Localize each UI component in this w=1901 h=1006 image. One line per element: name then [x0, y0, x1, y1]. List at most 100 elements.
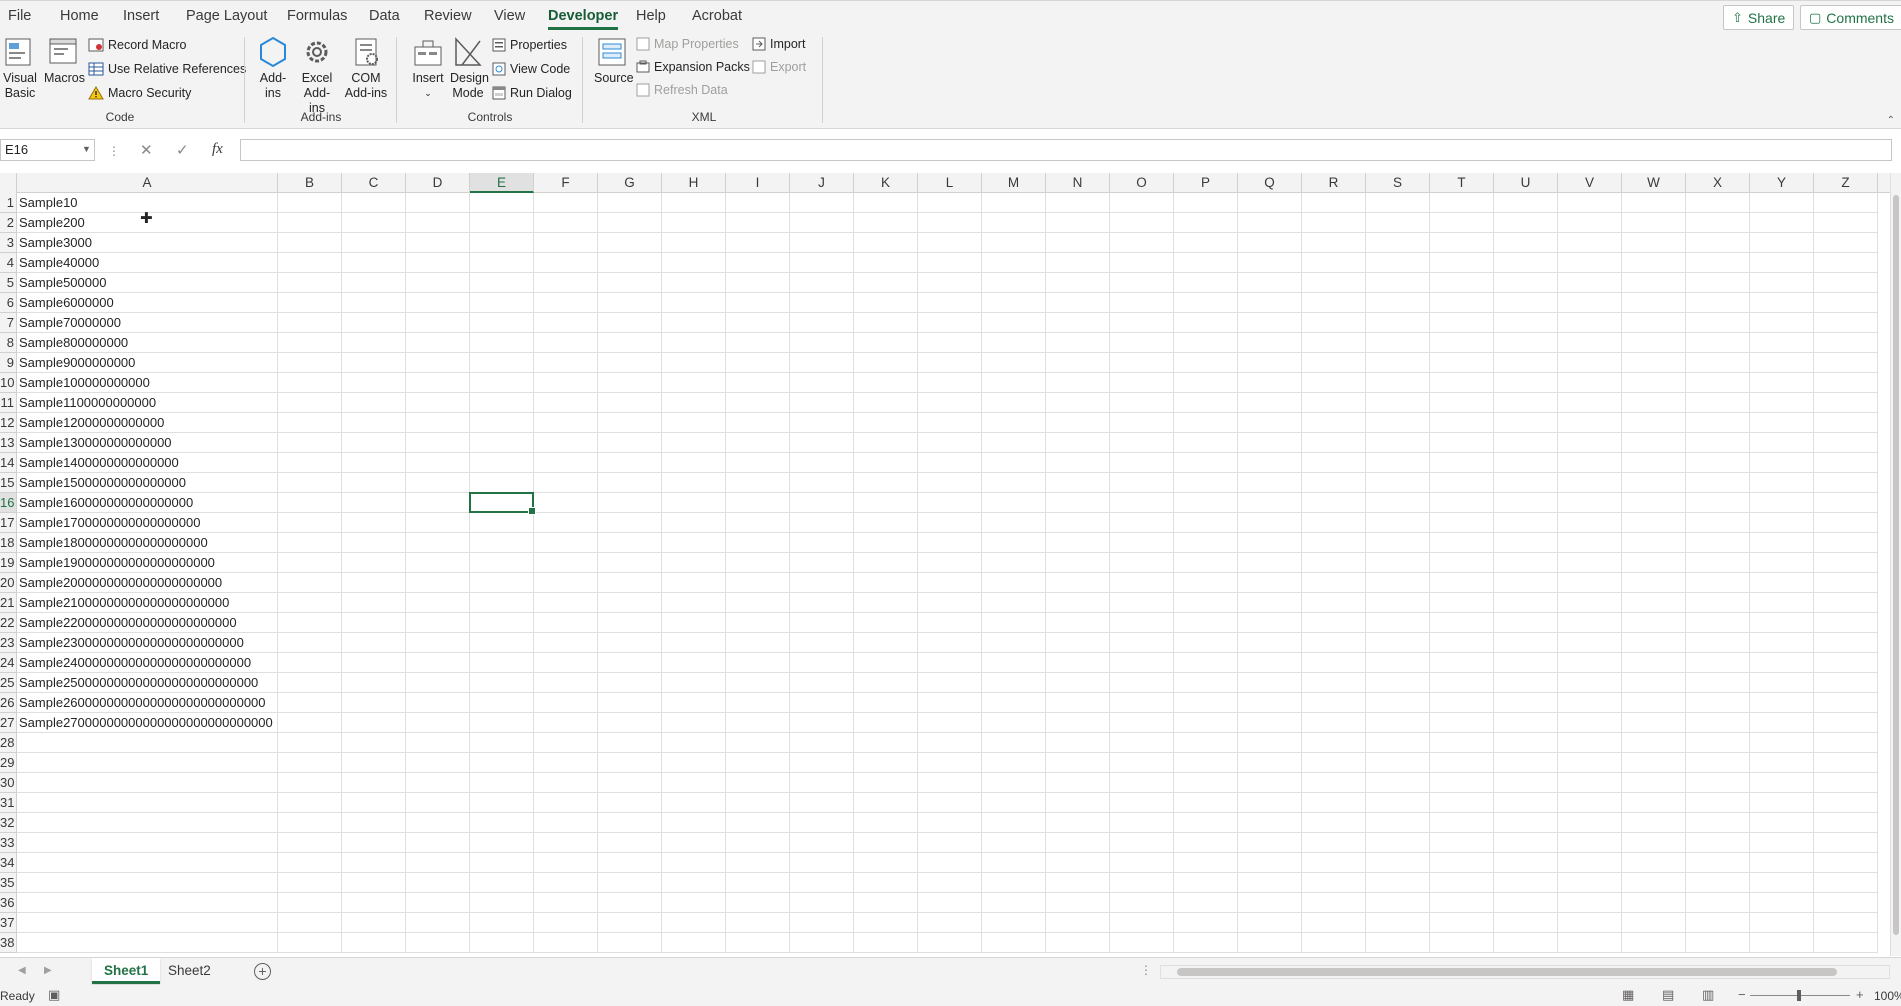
cell-t20[interactable]	[1430, 573, 1494, 593]
cell-l25[interactable]	[918, 673, 982, 693]
cell-d38[interactable]	[406, 933, 470, 953]
cell-f21[interactable]	[534, 593, 598, 613]
cell-r28[interactable]	[1302, 733, 1366, 753]
cell-o10[interactable]	[1110, 373, 1174, 393]
cell-v22[interactable]	[1558, 613, 1622, 633]
cell-q10[interactable]	[1238, 373, 1302, 393]
cell-y38[interactable]	[1750, 933, 1814, 953]
cell-r3[interactable]	[1302, 233, 1366, 253]
cell-x15[interactable]	[1686, 473, 1750, 493]
row-header[interactable]: 16	[0, 493, 17, 513]
zoom-in-icon[interactable]: +	[1856, 987, 1864, 1002]
cell-k27[interactable]	[854, 713, 918, 733]
cell-s10[interactable]	[1366, 373, 1430, 393]
cell-p8[interactable]	[1174, 333, 1238, 353]
cell-f13[interactable]	[534, 433, 598, 453]
cell-d37[interactable]	[406, 913, 470, 933]
cell-q18[interactable]	[1238, 533, 1302, 553]
cell-r15[interactable]	[1302, 473, 1366, 493]
cell-g9[interactable]	[598, 353, 662, 373]
cell-h18[interactable]	[662, 533, 726, 553]
cell-c23[interactable]	[342, 633, 406, 653]
cell-v37[interactable]	[1558, 913, 1622, 933]
cell-g13[interactable]	[598, 433, 662, 453]
cell-h33[interactable]	[662, 833, 726, 853]
cell-v2[interactable]	[1558, 213, 1622, 233]
cell-j24[interactable]	[790, 653, 854, 673]
cell-z23[interactable]	[1814, 633, 1878, 653]
cell-j32[interactable]	[790, 813, 854, 833]
cell-a20[interactable]: Sample2000000000000000000000	[17, 573, 278, 593]
cell-o5[interactable]	[1110, 273, 1174, 293]
cell-l3[interactable]	[918, 233, 982, 253]
cell-p35[interactable]	[1174, 873, 1238, 893]
cell-a14[interactable]: Sample1400000000000000	[17, 453, 278, 473]
cell-t9[interactable]	[1430, 353, 1494, 373]
cell-k14[interactable]	[854, 453, 918, 473]
cell-b12[interactable]	[278, 413, 342, 433]
cell-q33[interactable]	[1238, 833, 1302, 853]
cell-s37[interactable]	[1366, 913, 1430, 933]
cell-i20[interactable]	[726, 573, 790, 593]
cell-a24[interactable]: Sample24000000000000000000000000	[17, 653, 278, 673]
cell-w6[interactable]	[1622, 293, 1686, 313]
cell-i28[interactable]	[726, 733, 790, 753]
cell-m15[interactable]	[982, 473, 1046, 493]
cell-p37[interactable]	[1174, 913, 1238, 933]
cell-c20[interactable]	[342, 573, 406, 593]
cell-w29[interactable]	[1622, 753, 1686, 773]
cell-e28[interactable]	[470, 733, 534, 753]
cell-h13[interactable]	[662, 433, 726, 453]
cell-w9[interactable]	[1622, 353, 1686, 373]
cell-w35[interactable]	[1622, 873, 1686, 893]
cell-g23[interactable]	[598, 633, 662, 653]
cell-y3[interactable]	[1750, 233, 1814, 253]
cell-b30[interactable]	[278, 773, 342, 793]
cell-n4[interactable]	[1046, 253, 1110, 273]
cell-o38[interactable]	[1110, 933, 1174, 953]
cell-a9[interactable]: Sample9000000000	[17, 353, 278, 373]
cell-z4[interactable]	[1814, 253, 1878, 273]
cell-h4[interactable]	[662, 253, 726, 273]
cell-w8[interactable]	[1622, 333, 1686, 353]
row-header[interactable]: 6	[0, 293, 17, 313]
cell-s27[interactable]	[1366, 713, 1430, 733]
visual-basic-button[interactable]: Visual Basic	[2, 35, 38, 101]
cell-v21[interactable]	[1558, 593, 1622, 613]
cell-q12[interactable]	[1238, 413, 1302, 433]
cell-s19[interactable]	[1366, 553, 1430, 573]
cell-s11[interactable]	[1366, 393, 1430, 413]
cell-b1[interactable]	[278, 193, 342, 213]
cell-q30[interactable]	[1238, 773, 1302, 793]
cell-r1[interactable]	[1302, 193, 1366, 213]
cell-m35[interactable]	[982, 873, 1046, 893]
cell-o19[interactable]	[1110, 553, 1174, 573]
cell-y10[interactable]	[1750, 373, 1814, 393]
cell-a28[interactable]	[17, 733, 278, 753]
cell-o25[interactable]	[1110, 673, 1174, 693]
cell-i32[interactable]	[726, 813, 790, 833]
cell-i26[interactable]	[726, 693, 790, 713]
cell-f36[interactable]	[534, 893, 598, 913]
row-header[interactable]: 27	[0, 713, 17, 733]
share-button[interactable]: ⇧ Share	[1723, 5, 1795, 30]
cell-c17[interactable]	[342, 513, 406, 533]
cell-w38[interactable]	[1622, 933, 1686, 953]
column-header-a[interactable]: A	[17, 173, 278, 193]
cell-e34[interactable]	[470, 853, 534, 873]
column-header-j[interactable]: J	[790, 173, 854, 193]
cell-x26[interactable]	[1686, 693, 1750, 713]
macro-security-button[interactable]: Macro Security	[88, 86, 191, 100]
cell-t31[interactable]	[1430, 793, 1494, 813]
row-header[interactable]: 4	[0, 253, 17, 273]
cell-w33[interactable]	[1622, 833, 1686, 853]
cell-a10[interactable]: Sample100000000000	[17, 373, 278, 393]
cell-e1[interactable]	[470, 193, 534, 213]
column-header-m[interactable]: M	[982, 173, 1046, 193]
cell-b35[interactable]	[278, 873, 342, 893]
cell-o6[interactable]	[1110, 293, 1174, 313]
cell-k28[interactable]	[854, 733, 918, 753]
column-header-r[interactable]: R	[1302, 173, 1366, 193]
cell-r10[interactable]	[1302, 373, 1366, 393]
cell-j34[interactable]	[790, 853, 854, 873]
